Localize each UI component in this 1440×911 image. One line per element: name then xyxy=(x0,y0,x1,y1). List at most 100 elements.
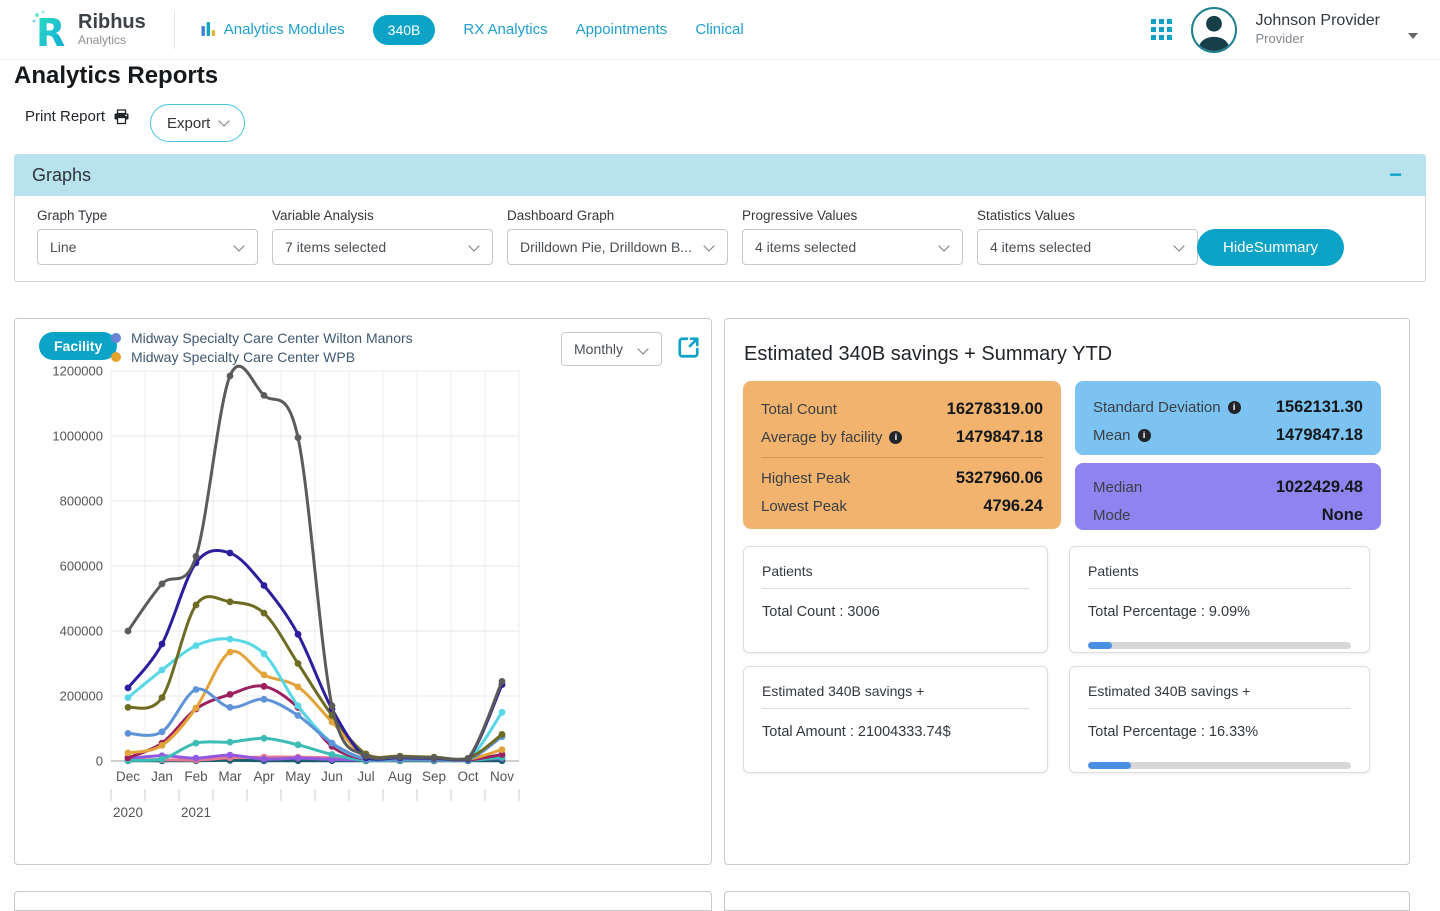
select-value: Drilldown Pie, Drilldown B... xyxy=(520,239,692,255)
facility-pill-button[interactable]: Facility xyxy=(39,332,117,360)
info-icon[interactable] xyxy=(889,431,902,444)
data-point-marker xyxy=(193,553,200,560)
nav-item-340b-active[interactable]: 340B xyxy=(373,15,436,45)
mini-card-line: Total Amount : 21004333.74$ xyxy=(762,724,1029,740)
data-point-marker xyxy=(159,728,166,735)
data-point-marker xyxy=(261,696,268,703)
summary-card: Estimated 340B savings + Summary YTD Tot… xyxy=(724,318,1410,865)
x-axis-month-label: Apr xyxy=(253,769,275,784)
nav-divider xyxy=(174,11,175,49)
info-icon[interactable] xyxy=(1228,401,1241,414)
stat-label: Lowest Peak xyxy=(761,498,847,515)
brand-logo[interactable]: R Ribhus Analytics xyxy=(30,8,146,52)
next-panel-stub-right xyxy=(724,891,1410,911)
select-value: 4 items selected xyxy=(755,239,856,255)
y-axis-tick-label: 600000 xyxy=(60,559,103,574)
chevron-down-icon[interactable] xyxy=(1408,33,1418,39)
stat-value: None xyxy=(1322,506,1363,525)
nav-item-analytics-modules[interactable]: Analytics Modules xyxy=(201,21,345,38)
facility-chart-card: Facility Midway Specialty Care Center Wi… xyxy=(14,318,712,865)
data-point-marker xyxy=(261,683,268,690)
data-point-marker xyxy=(227,636,234,643)
data-point-marker xyxy=(295,660,302,667)
collapse-minus-icon[interactable]: − xyxy=(1389,164,1402,186)
nav-item-clinical[interactable]: Clinical xyxy=(695,21,743,38)
data-point-marker xyxy=(295,684,302,691)
chart-legend: Midway Specialty Care Center Wilton Mano… xyxy=(111,328,413,366)
mini-card-title: Estimated 340B savings + xyxy=(762,683,1029,709)
data-point-marker xyxy=(125,750,132,757)
x-axis-month-label: Feb xyxy=(184,769,207,784)
data-point-marker xyxy=(227,752,234,759)
facility-line-chart: 020000040000060000080000010000001200000D… xyxy=(31,363,521,833)
data-point-marker xyxy=(499,746,506,753)
nav-item-label: Clinical xyxy=(695,21,743,38)
nav-item-label: 340B xyxy=(388,22,421,38)
data-point-marker xyxy=(397,754,404,761)
x-axis-month-label: Nov xyxy=(490,769,514,784)
stat-value: 4796.24 xyxy=(983,497,1043,516)
stat-label: Highest Peak xyxy=(761,470,850,487)
data-point-marker xyxy=(227,704,234,711)
variable-analysis-select[interactable]: 7 items selected xyxy=(272,229,493,265)
data-point-marker xyxy=(193,705,200,712)
expand-fullscreen-icon[interactable] xyxy=(676,335,701,360)
info-icon[interactable] xyxy=(1138,429,1151,442)
data-point-marker xyxy=(261,392,268,399)
data-point-marker xyxy=(329,702,336,709)
deviation-stats-box: Standard Deviation 1562131.30 Mean 14798… xyxy=(1075,381,1381,455)
legend-dot xyxy=(111,333,121,343)
main-nav: Analytics Modules 340B RX Analytics Appo… xyxy=(201,15,744,45)
patients-count-card: Patients Total Count : 3006 xyxy=(743,546,1048,653)
printer-icon xyxy=(113,109,130,125)
user-avatar[interactable] xyxy=(1191,7,1237,53)
data-point-marker xyxy=(363,753,370,760)
y-axis-tick-label: 800000 xyxy=(60,494,103,509)
progressive-values-select[interactable]: 4 items selected xyxy=(742,229,963,265)
data-point-marker xyxy=(227,598,234,605)
brand-subtitle: Analytics xyxy=(78,33,146,47)
data-point-marker xyxy=(295,712,302,719)
export-button[interactable]: Export xyxy=(150,104,245,142)
progress-bar xyxy=(1088,762,1351,769)
data-point-marker xyxy=(125,685,132,692)
nav-item-label: RX Analytics xyxy=(463,21,547,38)
data-point-marker xyxy=(159,742,166,749)
stat-label: Mean xyxy=(1093,427,1131,444)
data-point-marker xyxy=(227,691,234,698)
user-menu[interactable]: Johnson Provider Provider xyxy=(1255,11,1380,47)
statistics-values-select[interactable]: 4 items selected xyxy=(977,229,1198,265)
apps-grid-icon[interactable] xyxy=(1151,19,1173,41)
x-axis-month-label: Oct xyxy=(457,769,478,784)
period-select[interactable]: Monthly xyxy=(561,332,662,366)
graph-type-select[interactable]: Line xyxy=(37,229,258,265)
stat-row: Highest Peak 5327960.06 xyxy=(761,464,1043,492)
data-point-marker xyxy=(193,686,200,693)
legend-item[interactable]: Midway Specialty Care Center Wilton Mano… xyxy=(111,328,413,347)
hide-summary-button[interactable]: HideSummary xyxy=(1197,229,1344,266)
filter-statistics-values: Statistics Values 4 items selected xyxy=(977,208,1198,265)
y-axis-tick-label: 1200000 xyxy=(52,364,103,379)
filter-label: Variable Analysis xyxy=(272,208,493,223)
stat-row: Lowest Peak 4796.24 xyxy=(761,492,1043,520)
stat-label: Average by facility xyxy=(761,429,882,446)
dashboard-graph-select[interactable]: Drilldown Pie, Drilldown B... xyxy=(507,229,728,265)
print-report-button[interactable]: Print Report xyxy=(25,108,130,125)
chevron-down-icon xyxy=(637,343,648,354)
savings-amount-card: Estimated 340B savings + Total Amount : … xyxy=(743,666,1048,773)
select-value: 4 items selected xyxy=(990,239,1091,255)
x-axis-month-label: Jan xyxy=(151,769,173,784)
data-point-marker xyxy=(499,709,506,716)
data-point-marker xyxy=(261,672,268,679)
nav-item-appointments[interactable]: Appointments xyxy=(576,21,668,38)
stat-label: Standard Deviation xyxy=(1093,399,1221,416)
nav-item-rx-analytics[interactable]: RX Analytics xyxy=(463,21,547,38)
data-point-marker xyxy=(499,678,506,685)
data-point-marker xyxy=(193,642,200,649)
legend-label: Midway Specialty Care Center Wilton Mano… xyxy=(131,330,413,346)
stat-row: Total Count 16278319.00 xyxy=(761,395,1043,423)
data-point-marker xyxy=(261,610,268,617)
chevron-down-icon xyxy=(468,240,479,251)
graphs-panel-header[interactable]: Graphs − xyxy=(14,154,1426,196)
select-value: 7 items selected xyxy=(285,239,386,255)
